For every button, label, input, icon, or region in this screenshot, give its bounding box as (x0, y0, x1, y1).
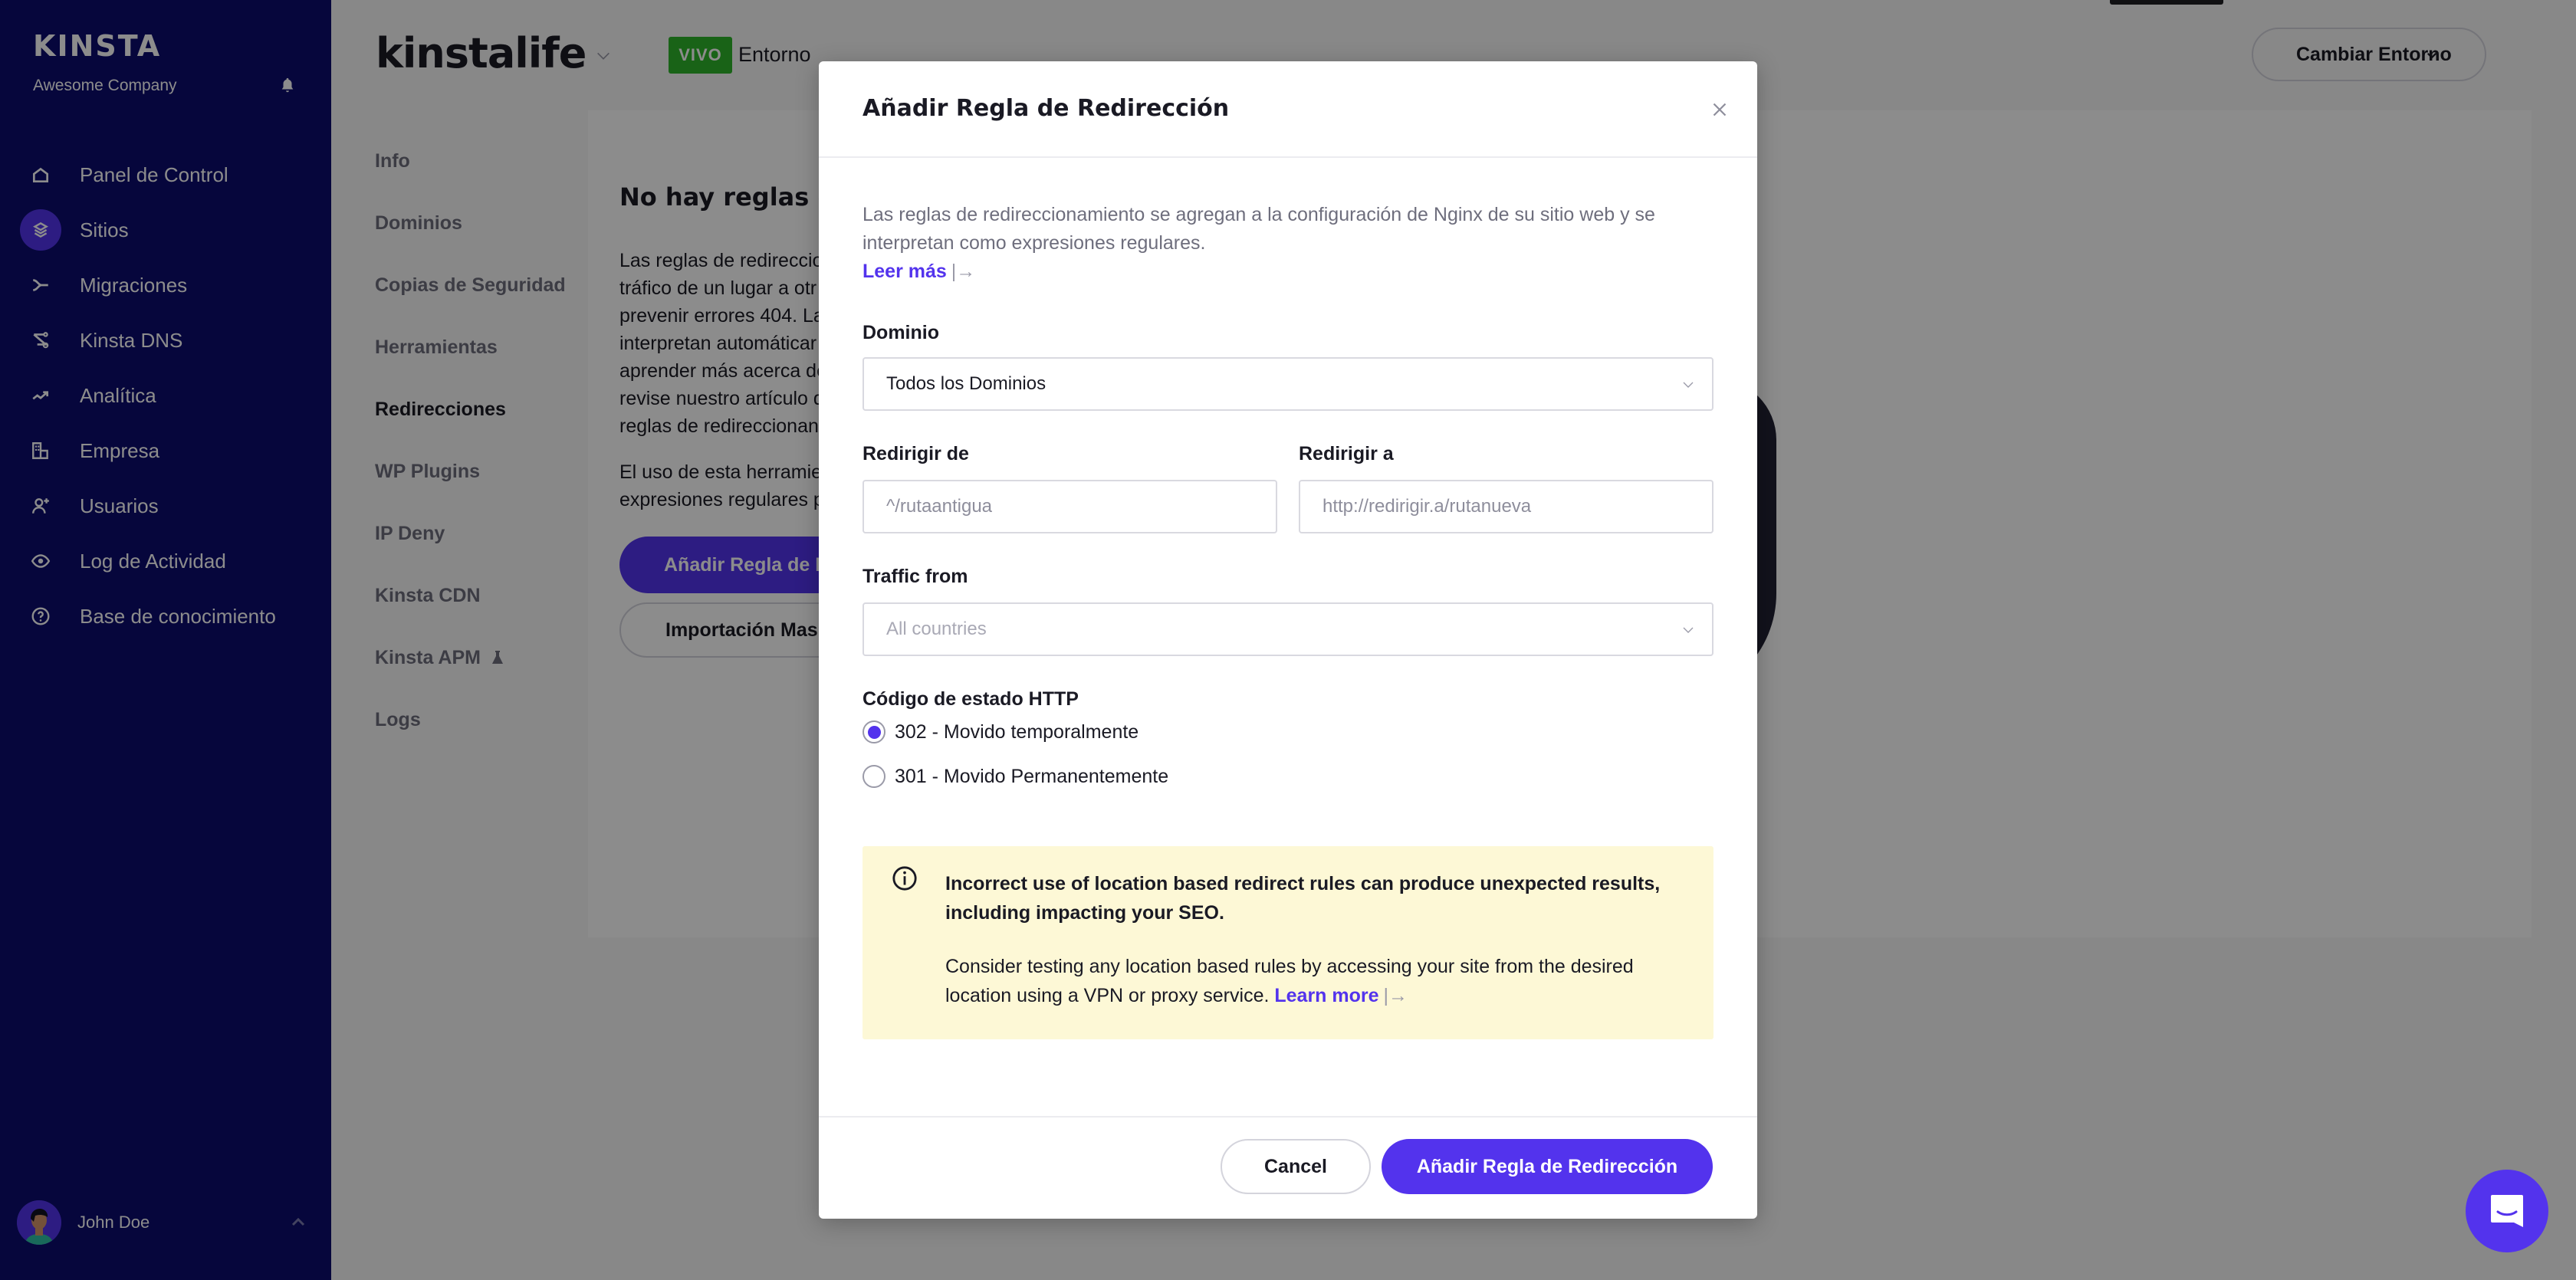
close-icon[interactable] (1708, 98, 1731, 121)
redirect-from-input[interactable] (863, 480, 1277, 533)
notice-warning: Incorrect use of location based redirect… (945, 873, 1661, 924)
modal-intro: Las reglas de redireccionamiento se agre… (863, 201, 1691, 286)
radio-button-checked[interactable] (863, 720, 886, 743)
external-arrow-icon: |→ (1383, 985, 1408, 1006)
radio-301[interactable]: 301 - Movido Permanentemente (863, 765, 1168, 788)
submit-redirect-rule-button[interactable]: Añadir Regla de Redirección (1382, 1139, 1713, 1194)
domain-label: Dominio (863, 322, 939, 343)
intro-text: Las reglas de redireccionamiento se agre… (863, 204, 1655, 254)
modal-title: Añadir Regla de Redirección (863, 95, 1230, 122)
radio-302[interactable]: 302 - Movido temporalmente (863, 720, 1138, 743)
domain-select[interactable]: Todos los Dominios (863, 357, 1714, 411)
add-redirect-rule-modal: Añadir Regla de Redirección Las reglas d… (819, 61, 1757, 1219)
location-warning-notice: Incorrect use of location based redirect… (863, 846, 1714, 1039)
read-more-label: Leer más (863, 261, 947, 282)
modal-header: Añadir Regla de Redirección (819, 61, 1757, 158)
status-code-label: Código de estado HTTP (863, 688, 1079, 710)
traffic-from-placeholder: All countries (886, 619, 987, 639)
learn-more-link[interactable]: Learn more |→ (1274, 985, 1408, 1006)
modal-footer: Cancel Añadir Regla de Redirección (819, 1116, 1757, 1220)
info-icon (892, 866, 917, 891)
traffic-from-label: Traffic from (863, 566, 968, 587)
radio-label: 301 - Movido Permanentemente (895, 765, 1169, 787)
chat-launcher-button[interactable] (2466, 1170, 2548, 1252)
external-arrow-icon: |→ (951, 261, 976, 282)
traffic-from-select[interactable]: All countries (863, 602, 1714, 656)
redirect-to-input[interactable] (1299, 480, 1714, 533)
chevron-down-icon (1683, 627, 1694, 633)
radio-dot (867, 725, 881, 739)
notice-text: Consider testing any location based rule… (945, 952, 1681, 1010)
domain-select-value: Todos los Dominios (886, 373, 1046, 394)
chevron-down-icon (1683, 382, 1694, 388)
redirect-to-label: Redirigir a (1299, 443, 1394, 464)
learn-more-label: Learn more (1274, 985, 1379, 1006)
chat-icon (2491, 1195, 2523, 1227)
radio-button-unchecked[interactable] (863, 765, 886, 788)
cancel-button[interactable]: Cancel (1221, 1139, 1371, 1194)
radio-label: 302 - Movido temporalmente (895, 720, 1139, 743)
redirect-from-label: Redirigir de (863, 443, 969, 464)
read-more-link[interactable]: Leer más |→ (863, 261, 975, 282)
